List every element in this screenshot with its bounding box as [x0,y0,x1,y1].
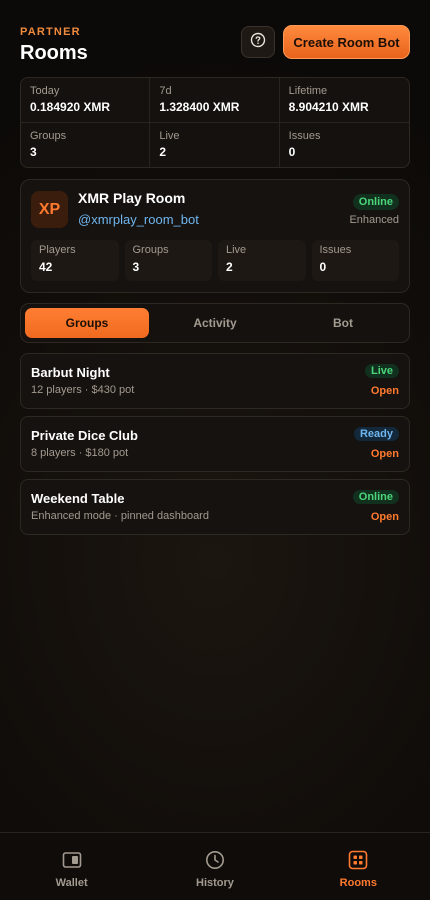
stat-value: 2 [159,144,167,159]
stat-value: 8.904210 XMR [288,100,369,114]
help-button[interactable] [241,26,275,58]
room-card: XP XMR Play Room @xmrplay_room_bot Onlin… [20,179,410,293]
tab-bot[interactable]: Bot [281,308,405,338]
wallet-icon [62,850,82,870]
open-link[interactable]: Open [371,511,399,523]
stat-label: Live [159,129,180,142]
nav-item-history[interactable]: History [143,833,286,900]
room-mode: Enhanced [349,214,399,226]
group-title: Private Dice Club [31,428,138,443]
room-stat-live: Live 2 [218,240,306,281]
nav-item-wallet[interactable]: Wallet [0,833,143,900]
group-list: Barbut Night 12 players · $430 pot Live … [20,353,410,542]
tab-activity[interactable]: Activity [153,308,277,338]
group-subtitle: 12 players · $430 pot [31,384,135,396]
stat-label: Today [30,85,60,97]
room-avatar: XP [31,191,68,228]
room-stat-label: Players [39,244,76,256]
grid-icon [348,850,368,870]
stat-issues: Issues 0 [280,123,409,168]
room-name: XMR Play Room [78,190,186,206]
stat-label: Issues [288,129,321,142]
list-item[interactable]: Private Dice Club 8 players · $180 pot R… [20,416,410,472]
stat-today: Today 0.184920 XMR [21,78,151,123]
tab-groups[interactable]: Groups [25,308,149,338]
group-subtitle: Enhanced mode · pinned dashboard [31,510,209,522]
room-stat-value: 0 [319,260,327,274]
room-tabs: Groups Activity Bot [20,303,410,343]
room-stat-groups: Groups 3 [124,240,212,281]
list-item[interactable]: Weekend Table Enhanced mode · pinned das… [20,479,410,535]
clock-icon [205,850,225,870]
room-stat-value: 3 [132,260,140,274]
stat-lifetime: Lifetime 8.904210 XMR [279,78,409,123]
group-subtitle: 8 players · $180 pot [31,447,129,459]
stat-value: 0 [288,144,296,159]
create-room-bot-button[interactable]: Create Room Bot [283,25,410,59]
room-stat-label: Issues [319,244,352,256]
room-stat-players: Players 42 [31,240,119,281]
stat-label: 7d [159,85,172,97]
status-badge: Ready [353,427,399,441]
nav-item-rooms[interactable]: Rooms [287,833,430,900]
stat-groups: Groups 3 [21,122,151,167]
nav-label: Rooms [339,877,377,889]
section-eyebrow: PARTNER [20,26,81,38]
open-link[interactable]: Open [371,385,399,397]
nav-label: Wallet [55,877,88,889]
status-badge: Live [364,364,399,378]
stat-value: 3 [30,144,37,159]
room-stat-label: Live [226,244,247,256]
page-header: PARTNER Rooms [20,26,88,65]
stat-label: Lifetime [288,85,328,97]
stat-label: Groups [30,129,67,142]
bottom-navigation: Wallet History Rooms [0,832,430,900]
earnings-stats-grid: Today 0.184920 XMR 7d 1.328400 XMR Lifet… [20,77,410,168]
open-link[interactable]: Open [371,448,399,460]
stat-7d: 7d 1.328400 XMR [150,78,280,123]
room-stat-issues: Issues 0 [311,240,399,281]
room-stat-value: 42 [39,260,53,274]
group-title: Barbut Night [31,365,110,380]
room-status-badge: Online [352,194,399,210]
room-stats: Players 42 Groups 3 Live 2 Issues 0 [31,240,399,281]
nav-label: History [196,877,234,889]
room-stat-label: Groups [132,244,169,256]
list-item[interactable]: Barbut Night 12 players · $430 pot Live … [20,353,410,409]
group-title: Weekend Table [31,491,125,506]
room-bot-handle-link[interactable]: @xmrplay_room_bot [78,212,199,227]
room-stat-value: 2 [226,260,233,274]
help-circle-icon [250,32,266,53]
stat-live: Live 2 [150,122,280,167]
stat-value: 0.184920 XMR [30,100,111,114]
page-title: Rooms [20,42,88,64]
status-badge: Online [352,490,399,504]
stat-value: 1.328400 XMR [159,100,240,114]
